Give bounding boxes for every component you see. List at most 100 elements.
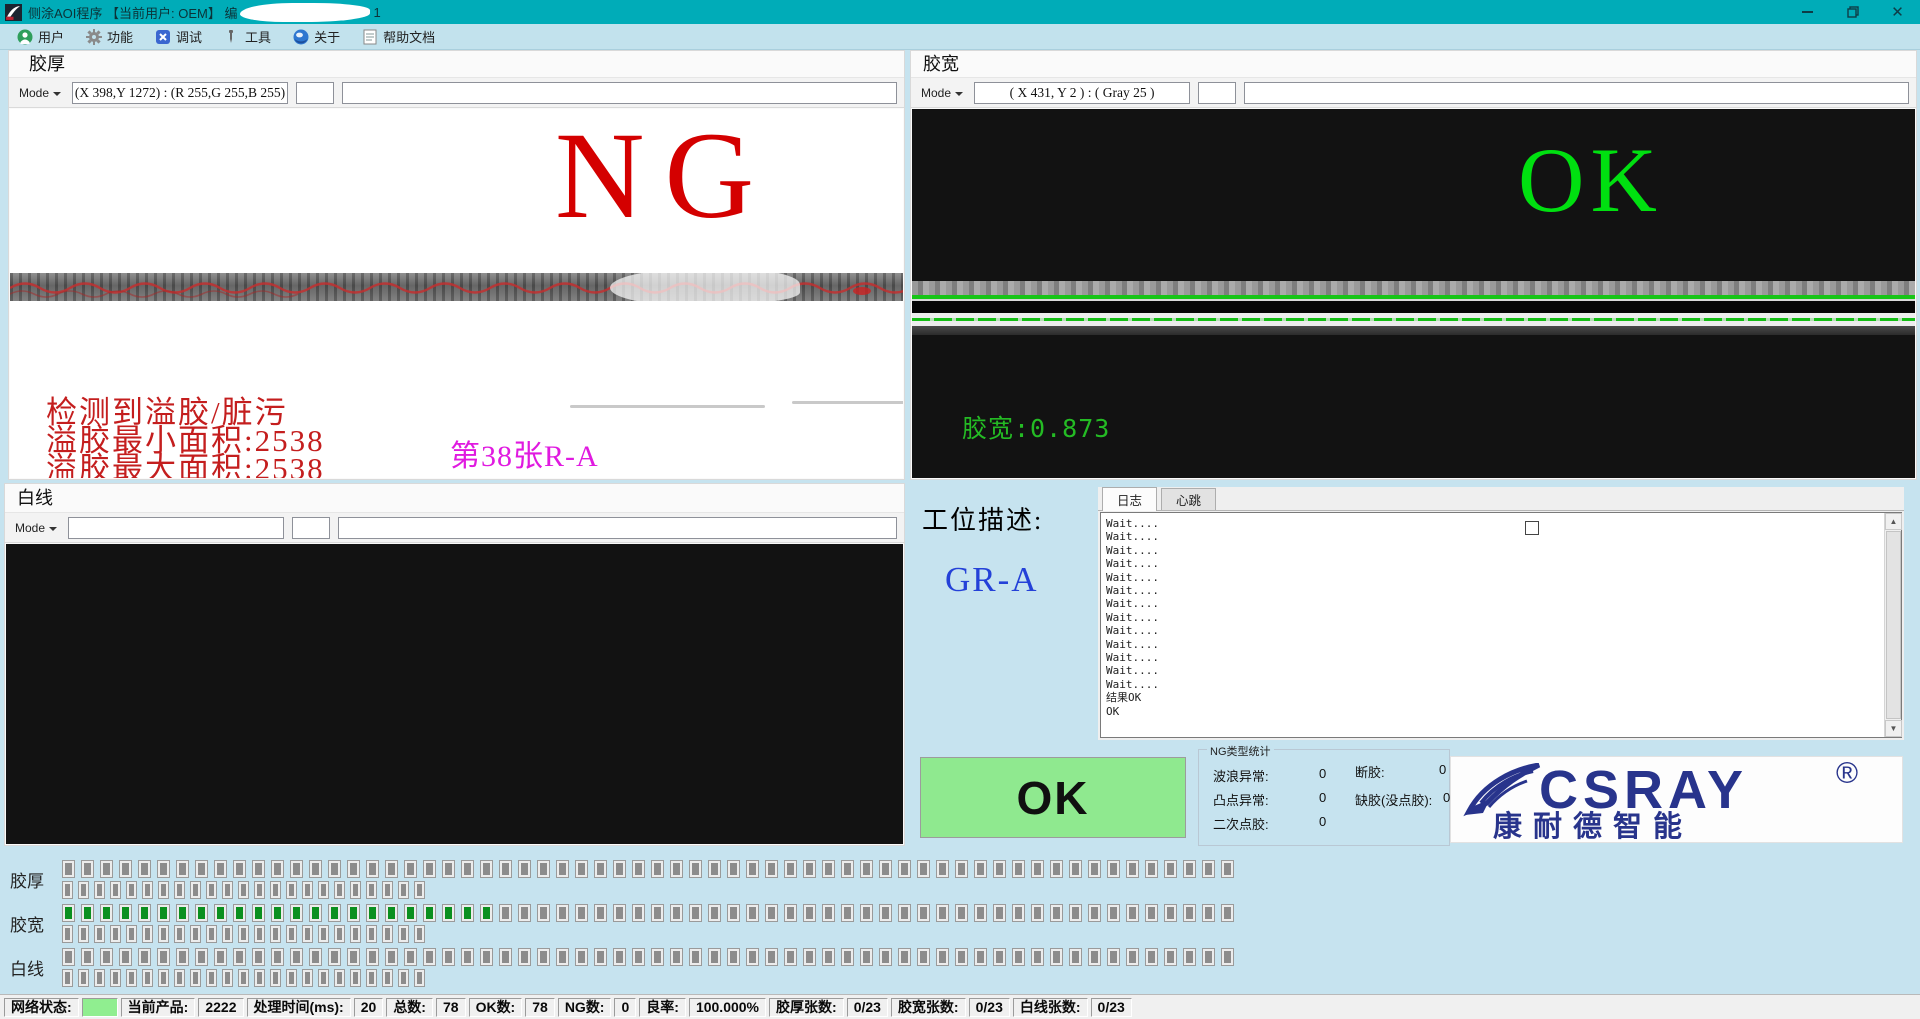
menu-item-label: 帮助文档 bbox=[383, 27, 435, 46]
frame-indicator-cell bbox=[1164, 860, 1177, 878]
window-title-suffix: 1 bbox=[373, 5, 380, 20]
menu-item-help-doc[interactable]: 帮助文档 bbox=[351, 24, 446, 49]
indicator-row bbox=[62, 925, 1234, 943]
frame-indicator-cell bbox=[670, 904, 683, 922]
restore-button[interactable] bbox=[1830, 0, 1875, 24]
scroll-down-icon[interactable]: ▼ bbox=[1885, 720, 1902, 737]
result-status-box: OK bbox=[920, 757, 1186, 838]
frame-indicator-cell bbox=[176, 948, 189, 966]
frame-indicator-cell bbox=[879, 948, 892, 966]
tab-log[interactable]: 日志 bbox=[1102, 487, 1157, 511]
frame-indicator-cell bbox=[1183, 948, 1196, 966]
scroll-up-icon[interactable]: ▲ bbox=[1885, 513, 1902, 530]
frame-indicator-cell bbox=[955, 904, 968, 922]
menu-item-user[interactable]: 用户 bbox=[6, 24, 75, 49]
frame-indicator-cell bbox=[575, 860, 588, 878]
white-line-image[interactable] bbox=[6, 544, 903, 844]
frame-indicator-cell bbox=[613, 904, 626, 922]
brand-logo-card: CSRAY ® 康耐德智能 bbox=[1450, 756, 1903, 843]
frame-indicator-cell bbox=[328, 948, 341, 966]
frame-indicator-cell bbox=[727, 904, 740, 922]
ng-stat-label: 断胶: bbox=[1355, 762, 1385, 781]
frame-indicator-cell bbox=[860, 904, 873, 922]
frame-indicator-cell bbox=[841, 904, 854, 922]
frame-indicator-cell bbox=[556, 948, 569, 966]
status-label: 胶厚张数: bbox=[769, 998, 844, 1017]
wide-field[interactable] bbox=[342, 82, 897, 104]
frame-indicator-cell bbox=[286, 925, 297, 943]
frame-indicator-cell bbox=[537, 948, 550, 966]
frame-number-overlay: 第38张R-A bbox=[450, 431, 599, 475]
pixel-readout-field[interactable]: ( X 431, Y 2 ) : ( Gray 25 ) bbox=[974, 82, 1190, 104]
glue-thickness-image[interactable]: NG 检测到溢胶/脏污 溢胶最小面积:2538 溢胶最大面积:2538 第38张… bbox=[10, 109, 903, 478]
frame-indicator-cell bbox=[309, 948, 322, 966]
frame-indicator-cell bbox=[1069, 860, 1082, 878]
frame-indicator-cell bbox=[518, 860, 531, 878]
frame-indicator-cell bbox=[708, 904, 721, 922]
small-field[interactable] bbox=[1198, 82, 1236, 104]
mode-dropdown[interactable]: Mode bbox=[12, 519, 60, 537]
frame-indicator-cell bbox=[594, 948, 607, 966]
wide-field[interactable] bbox=[1244, 82, 1909, 104]
pixel-readout-field[interactable]: (X 398,Y 1272) : (R 255,G 255,B 255) bbox=[72, 82, 288, 104]
menu-item-about[interactable]: 关于 bbox=[282, 24, 351, 49]
frame-indicator-cell bbox=[765, 948, 778, 966]
small-field[interactable] bbox=[296, 82, 334, 104]
status-bar: 网络状态: 当前产品:2222处理时间(ms):20总数:78OK数:78NG数… bbox=[0, 995, 1920, 1019]
ng-stat-label: 凸点异常: bbox=[1213, 790, 1269, 809]
frame-indicator-cell bbox=[176, 860, 189, 878]
log-line: Wait.... bbox=[1106, 530, 1897, 543]
wide-field[interactable] bbox=[338, 517, 897, 539]
menu-item-functions[interactable]: 功能 bbox=[75, 24, 144, 49]
frame-indicator-cell bbox=[708, 860, 721, 878]
glue-width-image[interactable]: OK 胶宽:0.873 bbox=[912, 109, 1915, 478]
ng-stat-label: 波浪异常: bbox=[1213, 766, 1269, 785]
indicator-group: 胶宽 bbox=[10, 904, 1234, 943]
frame-indicator-cell bbox=[81, 948, 94, 966]
frame-indicator-cell bbox=[334, 969, 345, 987]
frame-indicator-cell bbox=[309, 904, 322, 922]
frame-indicator-cell bbox=[110, 925, 121, 943]
frame-indicator-cell bbox=[382, 969, 393, 987]
frame-indicator-cell bbox=[195, 904, 208, 922]
frame-indicator-cell bbox=[119, 860, 132, 878]
restore-icon bbox=[1847, 6, 1859, 18]
menu-item-tools[interactable]: 工具 bbox=[213, 24, 282, 49]
frame-indicator-cell bbox=[556, 904, 569, 922]
menu-item-debug[interactable]: 调试 bbox=[144, 24, 213, 49]
frame-indicator-cell bbox=[222, 925, 233, 943]
tab-heartbeat[interactable]: 心跳 bbox=[1161, 488, 1216, 510]
pixel-readout-field[interactable] bbox=[68, 517, 284, 539]
close-button[interactable]: ✕ bbox=[1875, 0, 1920, 24]
strip-band-gray bbox=[912, 281, 1915, 295]
frame-indicator-cell bbox=[254, 969, 265, 987]
log-line: Wait.... bbox=[1106, 571, 1897, 584]
strip-band-darkgray bbox=[912, 326, 1915, 335]
log-line: Wait.... bbox=[1106, 517, 1897, 530]
station-description-label: 工位描述: bbox=[922, 500, 1043, 537]
ng-stat-value: 0 bbox=[1319, 790, 1326, 805]
minimize-button[interactable] bbox=[1785, 0, 1830, 24]
scrollbar-thumb[interactable] bbox=[1886, 531, 1901, 719]
log-output[interactable]: Wait....Wait....Wait....Wait....Wait....… bbox=[1100, 512, 1902, 738]
frame-indicator-cell bbox=[270, 969, 281, 987]
frame-indicator-cell bbox=[556, 860, 569, 878]
frame-indicator-cell bbox=[974, 948, 987, 966]
frame-indicator-cell bbox=[670, 860, 683, 878]
mode-dropdown[interactable]: Mode bbox=[16, 84, 64, 102]
log-scrollbar[interactable]: ▲ ▼ bbox=[1884, 513, 1901, 737]
mode-dropdown[interactable]: Mode bbox=[918, 84, 966, 102]
frame-indicator-cell bbox=[1221, 860, 1234, 878]
frame-indicator-cell bbox=[309, 860, 322, 878]
app-icon bbox=[5, 4, 22, 21]
frame-indicator-cell bbox=[1012, 904, 1025, 922]
frame-indicator-cell bbox=[233, 860, 246, 878]
frame-indicator-cell bbox=[1145, 948, 1158, 966]
small-field[interactable] bbox=[292, 517, 330, 539]
log-checkbox[interactable] bbox=[1525, 521, 1539, 535]
strip-band-white bbox=[912, 313, 1915, 326]
frame-indicator-cell bbox=[174, 969, 185, 987]
frame-indicator-cell bbox=[62, 881, 73, 899]
frame-indicator-cell bbox=[138, 904, 151, 922]
frame-indicator-cell bbox=[518, 904, 531, 922]
